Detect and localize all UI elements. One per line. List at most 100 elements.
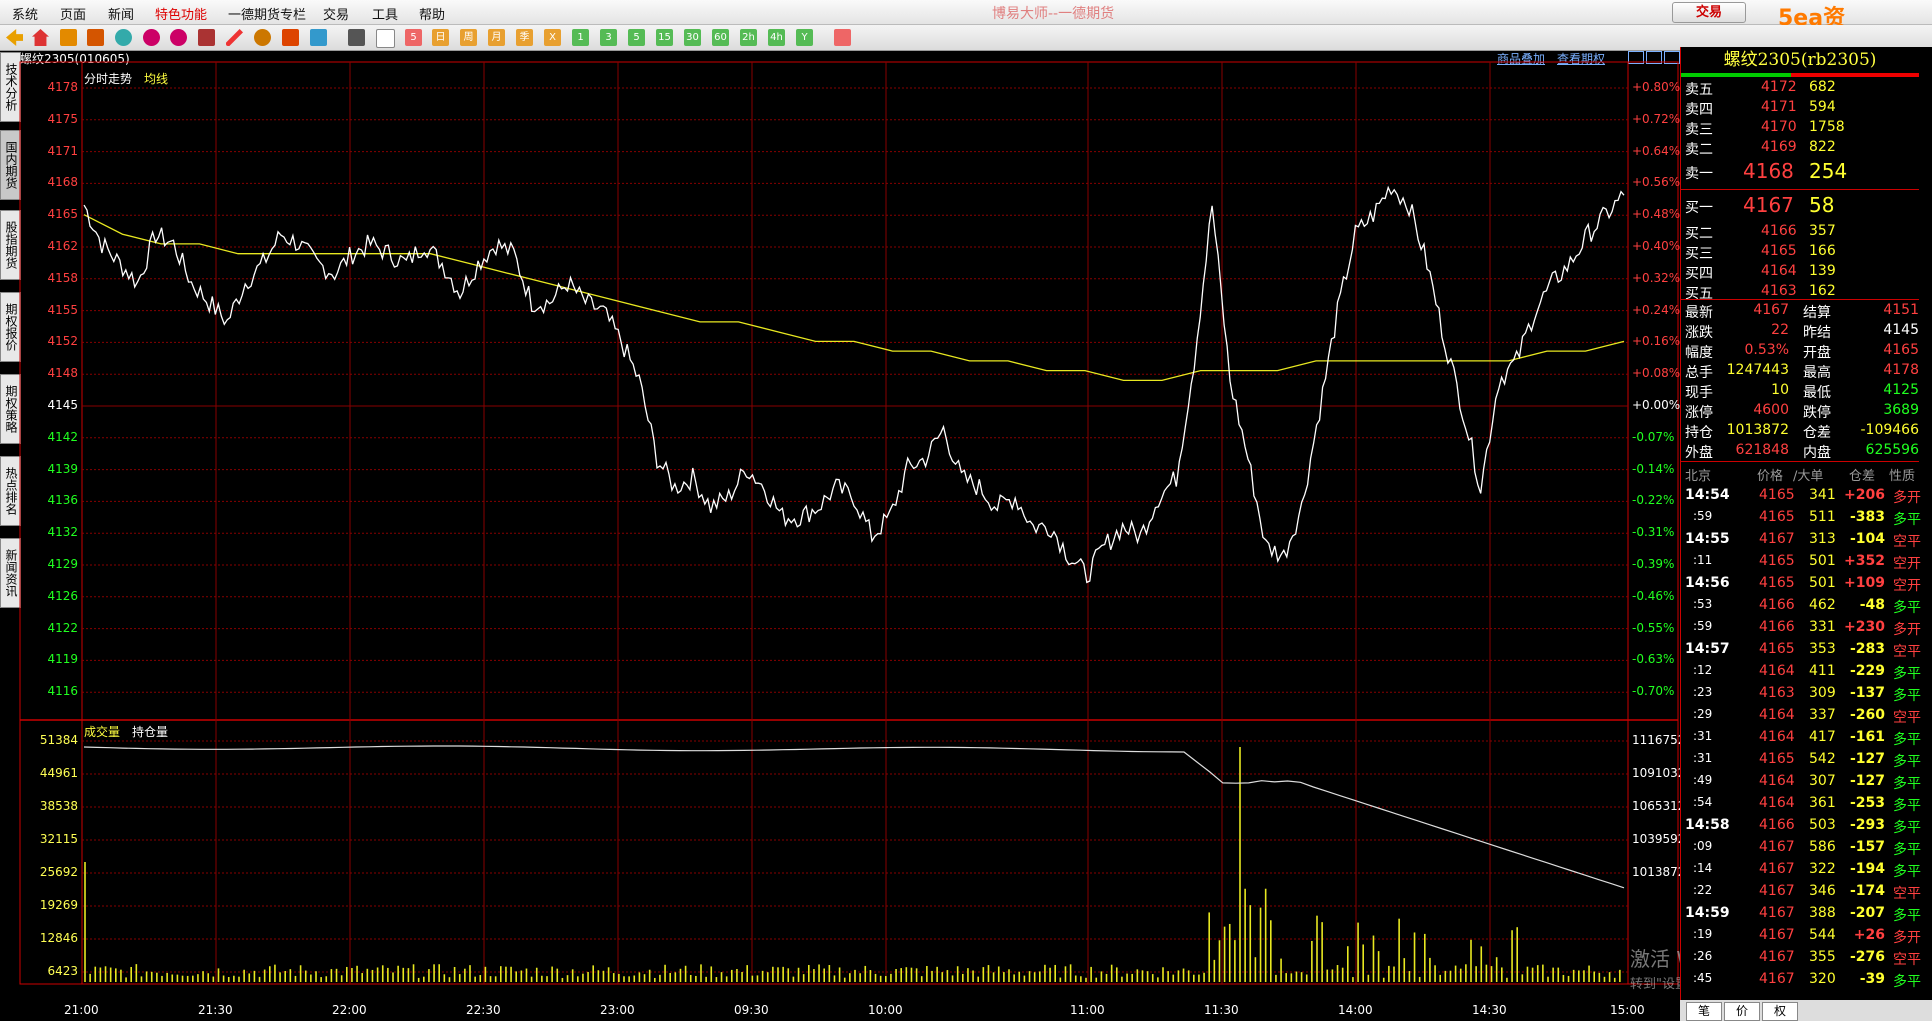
open-interest-tick: 1013872 xyxy=(1632,865,1686,879)
tick-header-cell: 性质 xyxy=(1889,469,1916,484)
tick-nature: 空开 xyxy=(1893,556,1921,572)
ask-row: 卖三 4170 1758 xyxy=(1681,119,1919,139)
stat-value: 4178 xyxy=(1883,362,1919,378)
bid-label: 买一 xyxy=(1685,200,1713,216)
tick-nature: 多平 xyxy=(1893,666,1921,682)
bid-row: 买三 4165 166 xyxy=(1681,243,1919,263)
ask-label: 卖五 xyxy=(1685,82,1713,98)
tick-oi-change: -253 xyxy=(1849,795,1885,811)
percent-tick: +0.16% xyxy=(1632,334,1681,349)
stat-label: 开盘 xyxy=(1803,345,1831,361)
tab-trades[interactable]: 笔 xyxy=(1686,1002,1722,1021)
stat-value: 22 xyxy=(1771,322,1789,338)
tick-price: 4167 xyxy=(1759,839,1795,855)
price-tick: 4162 xyxy=(47,239,78,253)
price-tick: 4116 xyxy=(47,684,78,699)
tick-oi-change: +26 xyxy=(1853,927,1885,943)
tick-price: 4165 xyxy=(1759,487,1795,503)
chart-frame xyxy=(19,61,1679,985)
stats-row: 涨停 4600 跌停 3689 xyxy=(1681,402,1919,422)
volume-tick: 32115 xyxy=(39,832,78,846)
ask-label: 卖二 xyxy=(1685,142,1713,158)
tick-time: :45 xyxy=(1693,971,1713,985)
tick-oi-change: -137 xyxy=(1849,685,1885,701)
tick-oi-change: +352 xyxy=(1844,553,1885,569)
percent-tick: -0.31% xyxy=(1632,525,1675,540)
volume-tick: 51384 xyxy=(39,733,78,747)
bid-row: 买一 4167 58 xyxy=(1681,193,1919,217)
percent-tick: -0.39% xyxy=(1632,557,1675,571)
tick-volume: 353 xyxy=(1809,641,1836,657)
price-tick: 4178 xyxy=(47,80,78,94)
tick-volume: 542 xyxy=(1809,751,1836,767)
tick-row: :31 4165 542 -127 多平 xyxy=(1681,751,1921,771)
percent-tick: +0.00% xyxy=(1632,398,1681,412)
stat-label: 仓差 xyxy=(1803,425,1831,441)
tick-row: :29 4164 337 -260 空平 xyxy=(1681,707,1921,727)
tick-row: 14:55 4167 313 -104 空平 xyxy=(1681,531,1921,551)
time-tick: 11:00 xyxy=(1070,1003,1105,1017)
stat-label: 最新 xyxy=(1685,305,1713,321)
tick-price: 4166 xyxy=(1759,619,1795,635)
percent-tick: +0.32% xyxy=(1632,270,1681,285)
stat-label: 涨跌 xyxy=(1685,325,1713,341)
tick-row: 14:57 4165 353 -283 空平 xyxy=(1681,641,1921,661)
stat-value: 1247443 xyxy=(1726,362,1789,378)
tick-time: :19 xyxy=(1693,927,1713,941)
trade-button[interactable]: 交易 xyxy=(1672,2,1746,23)
bid-price: 4165 xyxy=(1761,243,1797,259)
price-tick: 4171 xyxy=(47,143,78,158)
tick-price: 4166 xyxy=(1759,597,1795,613)
price-tick: 4145 xyxy=(47,398,78,412)
tick-row: 14:59 4167 388 -207 多平 xyxy=(1681,905,1921,925)
ask-row: 卖四 4171 594 xyxy=(1681,99,1919,119)
tick-oi-change: +109 xyxy=(1844,575,1885,591)
panel-title: 螺纹2305(rb2305) xyxy=(1681,47,1919,73)
stat-value: 4145 xyxy=(1883,322,1919,338)
open-interest-line xyxy=(83,745,1625,889)
tick-nature: 多平 xyxy=(1893,754,1921,770)
percent-tick: -0.63% xyxy=(1632,652,1675,667)
tick-nature: 多平 xyxy=(1893,820,1921,836)
tick-time: :23 xyxy=(1693,685,1713,699)
bid-label: 买五 xyxy=(1685,286,1713,302)
tick-time: :29 xyxy=(1693,707,1713,721)
tick-row: :22 4167 346 -174 空平 xyxy=(1681,883,1921,903)
tab-price[interactable]: 价 xyxy=(1724,1002,1760,1021)
tick-nature: 空平 xyxy=(1893,952,1921,968)
bid-row: 买四 4164 139 xyxy=(1681,263,1919,283)
tick-row: :49 4164 307 -127 多平 xyxy=(1681,773,1921,793)
tick-time: :54 xyxy=(1693,795,1713,809)
tick-time: 14:56 xyxy=(1685,575,1730,591)
stat-value: 4600 xyxy=(1753,402,1789,418)
tab-rights[interactable]: 权 xyxy=(1762,1002,1798,1021)
tick-row: :54 4164 361 -253 多平 xyxy=(1681,795,1921,815)
tick-time: :09 xyxy=(1693,839,1713,853)
tick-price: 4165 xyxy=(1759,575,1795,591)
tick-row: :59 4166 331 +230 多开 xyxy=(1681,619,1921,639)
tick-nature: 多平 xyxy=(1893,732,1921,748)
time-tick: 21:30 xyxy=(198,1003,233,1017)
tick-header-cell: 价格 xyxy=(1757,469,1784,484)
stat-label: 现手 xyxy=(1685,385,1713,401)
tick-nature: 空平 xyxy=(1893,534,1921,550)
trade-button-label: 交易 xyxy=(1695,5,1722,20)
stats-row: 持仓 1013872 仓差 -109466 xyxy=(1681,422,1919,442)
tick-volume: 544 xyxy=(1809,927,1836,943)
open-interest-tick: 1116752 xyxy=(1632,733,1686,747)
tick-oi-change: -127 xyxy=(1849,751,1885,767)
stat-value: 4151 xyxy=(1883,302,1919,318)
tick-nature: 多开 xyxy=(1893,622,1921,638)
open-interest-tick: 1065312 xyxy=(1632,799,1686,813)
ask-label: 卖一 xyxy=(1685,166,1713,182)
panel-title-bar-bid xyxy=(1681,73,1791,77)
bid-price: 4164 xyxy=(1761,263,1797,279)
time-tick: 15:00 xyxy=(1610,1003,1645,1017)
tick-nature: 空平 xyxy=(1893,644,1921,660)
intraday-chart xyxy=(19,61,1679,985)
stat-label: 外盘 xyxy=(1685,445,1713,461)
bid-price: 4166 xyxy=(1761,223,1797,239)
tick-time: :53 xyxy=(1693,597,1713,611)
tick-price: 4165 xyxy=(1759,751,1795,767)
stat-value: 4125 xyxy=(1883,382,1919,398)
